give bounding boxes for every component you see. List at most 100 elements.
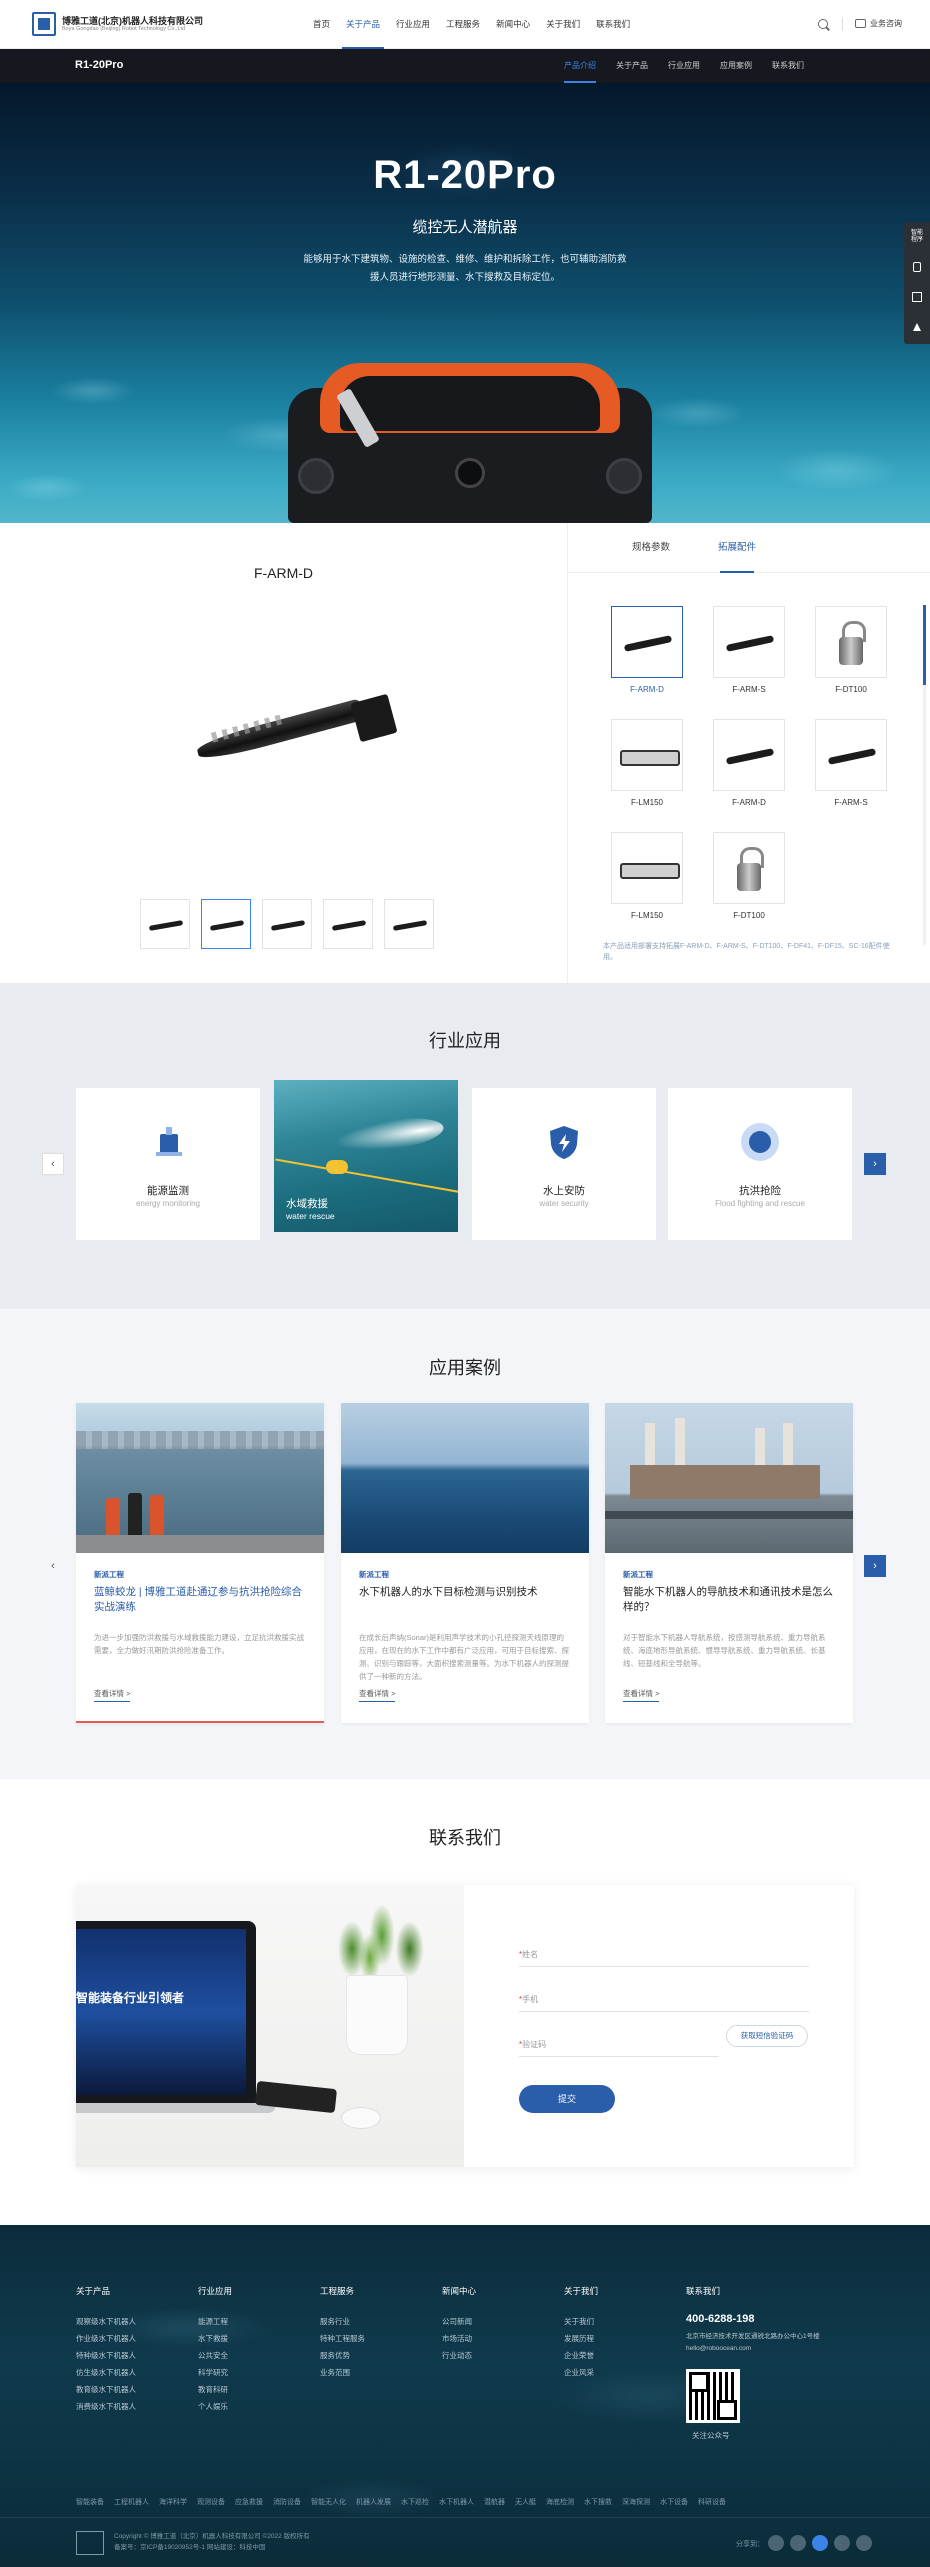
industry-prev-button[interactable]: ‹ <box>42 1153 64 1175</box>
friend-link[interactable]: 工程机器人 <box>114 2499 149 2506</box>
case-title[interactable]: 智能水下机器人的导航技术和通讯技术是怎么样的？ <box>623 1585 835 1615</box>
friend-link[interactable]: 消防设备 <box>273 2499 301 2506</box>
back-to-top-button[interactable] <box>904 312 930 342</box>
accessory-item[interactable]: F-ARM-D <box>611 606 683 694</box>
tab-specs[interactable]: 规格参数 <box>608 523 694 572</box>
footer-link[interactable]: 科学研究 <box>198 2364 308 2381</box>
accessory-scrollbar[interactable] <box>923 605 926 945</box>
friend-link[interactable]: 机器人发展 <box>356 2499 391 2506</box>
footer-link[interactable]: 观察级水下机器人 <box>76 2313 186 2330</box>
get-code-button[interactable]: 获取短信验证码 <box>726 2025 808 2047</box>
consult-link[interactable]: 业务咨询 <box>870 18 902 29</box>
friend-link[interactable]: 智能无人化 <box>311 2499 346 2506</box>
industry-card-featured[interactable]: 水域救援 water rescue <box>274 1080 458 1232</box>
tab-accessories[interactable]: 拓展配件 <box>694 523 780 573</box>
thumbnail-active[interactable] <box>201 899 251 949</box>
chat-icon[interactable] <box>855 19 866 28</box>
footer-link[interactable]: 教育科研 <box>198 2381 308 2398</box>
case-title[interactable]: 蓝鲸蛟龙 | 博雅工道赴通辽参与抗洪抢险综合实战演练 <box>94 1585 306 1615</box>
case-more-link[interactable]: 查看详情 > <box>623 1688 660 1702</box>
footer-link[interactable]: 关于我们 <box>564 2313 674 2330</box>
footer-link[interactable]: 特种级水下机器人 <box>76 2347 186 2364</box>
qq-share-icon[interactable] <box>812 2535 828 2551</box>
friend-link[interactable]: 观测设备 <box>197 2499 225 2506</box>
footer-link[interactable]: 企业荣誉 <box>564 2347 674 2364</box>
friend-link[interactable]: 水下机器人 <box>439 2499 474 2506</box>
accessory-item[interactable]: F-ARM-S <box>815 719 887 807</box>
footer-link[interactable]: 公共安全 <box>198 2347 308 2364</box>
accessory-item[interactable]: F-LM150 <box>611 719 683 807</box>
footer-link[interactable]: 服务行业 <box>320 2313 430 2330</box>
subnav-tab-industry[interactable]: 行业应用 <box>658 49 710 83</box>
thumbnail[interactable] <box>140 899 190 949</box>
footer-link[interactable]: 消费级水下机器人 <box>76 2398 186 2415</box>
phone-button[interactable] <box>904 252 930 282</box>
footer-email[interactable]: hello@roboocean.com <box>686 2343 866 2355</box>
subnav-tab-contact[interactable]: 联系我们 <box>762 49 814 83</box>
nav-engineering[interactable]: 工程服务 <box>438 0 488 49</box>
accessory-item[interactable]: F-ARM-D <box>713 719 785 807</box>
icp-text[interactable]: 备案号：京ICP备19020952号-1 网站建设：科技中国 <box>114 2542 310 2553</box>
friend-link[interactable]: 水下设备 <box>660 2499 688 2506</box>
case-card[interactable]: 新派工程 蓝鲸蛟龙 | 博雅工道赴通辽参与抗洪抢险综合实战演练 为进一步加强防洪… <box>76 1403 324 1723</box>
subnav-tab-cases[interactable]: 应用案例 <box>710 49 762 83</box>
friend-link[interactable]: 海底检测 <box>546 2499 574 2506</box>
thumbnail[interactable] <box>262 899 312 949</box>
cases-prev-button[interactable]: ‹ <box>42 1555 64 1577</box>
footer-link[interactable]: 业务范围 <box>320 2364 430 2381</box>
footer-link[interactable]: 作业级水下机器人 <box>76 2330 186 2347</box>
thumbnail[interactable] <box>384 899 434 949</box>
footer-link[interactable]: 能源工程 <box>198 2313 308 2330</box>
industry-next-button[interactable]: › <box>864 1153 886 1175</box>
footer-link[interactable]: 特种工程服务 <box>320 2330 430 2347</box>
name-field[interactable]: *姓名 <box>519 1943 809 1967</box>
nav-industry[interactable]: 行业应用 <box>388 0 438 49</box>
phone-field[interactable]: *手机 <box>519 1988 809 2012</box>
footer-link[interactable]: 教育级水下机器人 <box>76 2381 186 2398</box>
subnav-tab-intro[interactable]: 产品介绍 <box>554 49 606 83</box>
footer-link[interactable]: 个人娱乐 <box>198 2398 308 2415</box>
case-card[interactable]: 新派工程 水下机器人的水下目标检测与识别技术 在成长后声纳(Sonar)是利用声… <box>341 1403 589 1723</box>
wechat-share-icon[interactable] <box>768 2535 784 2551</box>
footer-link[interactable]: 公司新闻 <box>442 2313 552 2330</box>
mini-program-button[interactable]: 智能 程序 <box>904 222 930 252</box>
friend-link[interactable]: 应急救援 <box>235 2499 263 2506</box>
accessory-item[interactable]: F-DT100 <box>815 606 887 694</box>
nav-news[interactable]: 新闻中心 <box>488 0 538 49</box>
submit-button[interactable]: 提交 <box>519 2085 615 2113</box>
footer-link[interactable]: 水下救援 <box>198 2330 308 2347</box>
friend-link[interactable]: 水下巡检 <box>401 2499 429 2506</box>
friend-link[interactable]: 海洋科学 <box>159 2499 187 2506</box>
friend-link[interactable]: 无人艇 <box>515 2499 536 2506</box>
case-title[interactable]: 水下机器人的水下目标检测与识别技术 <box>359 1585 571 1600</box>
case-card[interactable]: 新派工程 智能水下机器人的导航技术和通讯技术是怎么样的？ 对于智能水下机器人导航… <box>605 1403 853 1723</box>
friend-link[interactable]: 科研设备 <box>698 2499 726 2506</box>
more-share-icon[interactable] <box>856 2535 872 2551</box>
qrcode-button[interactable] <box>904 282 930 312</box>
footer-link[interactable]: 行业动态 <box>442 2347 552 2364</box>
case-more-link[interactable]: 查看详情 > <box>94 1688 131 1702</box>
qzone-share-icon[interactable] <box>834 2535 850 2551</box>
footer-link[interactable]: 市场活动 <box>442 2330 552 2347</box>
cases-next-button[interactable]: › <box>864 1555 886 1577</box>
friend-link[interactable]: 深海探测 <box>622 2499 650 2506</box>
footer-phone[interactable]: 400-6288-198 <box>686 2313 866 2325</box>
accessory-item[interactable]: F-DT100 <box>713 832 785 920</box>
case-more-link[interactable]: 查看详情 > <box>359 1688 396 1702</box>
nav-products[interactable]: 关于产品 <box>338 0 388 49</box>
industry-card[interactable]: 能源监测 energy monitoring <box>76 1088 260 1240</box>
company-logo[interactable] <box>32 12 56 36</box>
footer-link[interactable]: 仿生级水下机器人 <box>76 2364 186 2381</box>
search-icon[interactable] <box>818 19 828 29</box>
friend-link[interactable]: 智能装备 <box>76 2499 104 2506</box>
subnav-tab-about[interactable]: 关于产品 <box>606 49 658 83</box>
accessory-item[interactable]: F-LM150 <box>611 832 683 920</box>
industry-card[interactable]: 水上安防 water security <box>472 1088 656 1240</box>
industry-card[interactable]: 抗洪抢险 Flood fighting and rescue <box>668 1088 852 1240</box>
accessory-item[interactable]: F-ARM-S <box>713 606 785 694</box>
nav-contact[interactable]: 联系我们 <box>588 0 638 49</box>
thumbnail[interactable] <box>323 899 373 949</box>
footer-link[interactable]: 企业风采 <box>564 2364 674 2381</box>
footer-link[interactable]: 服务优势 <box>320 2347 430 2364</box>
friend-link[interactable]: 潜航器 <box>484 2499 505 2506</box>
